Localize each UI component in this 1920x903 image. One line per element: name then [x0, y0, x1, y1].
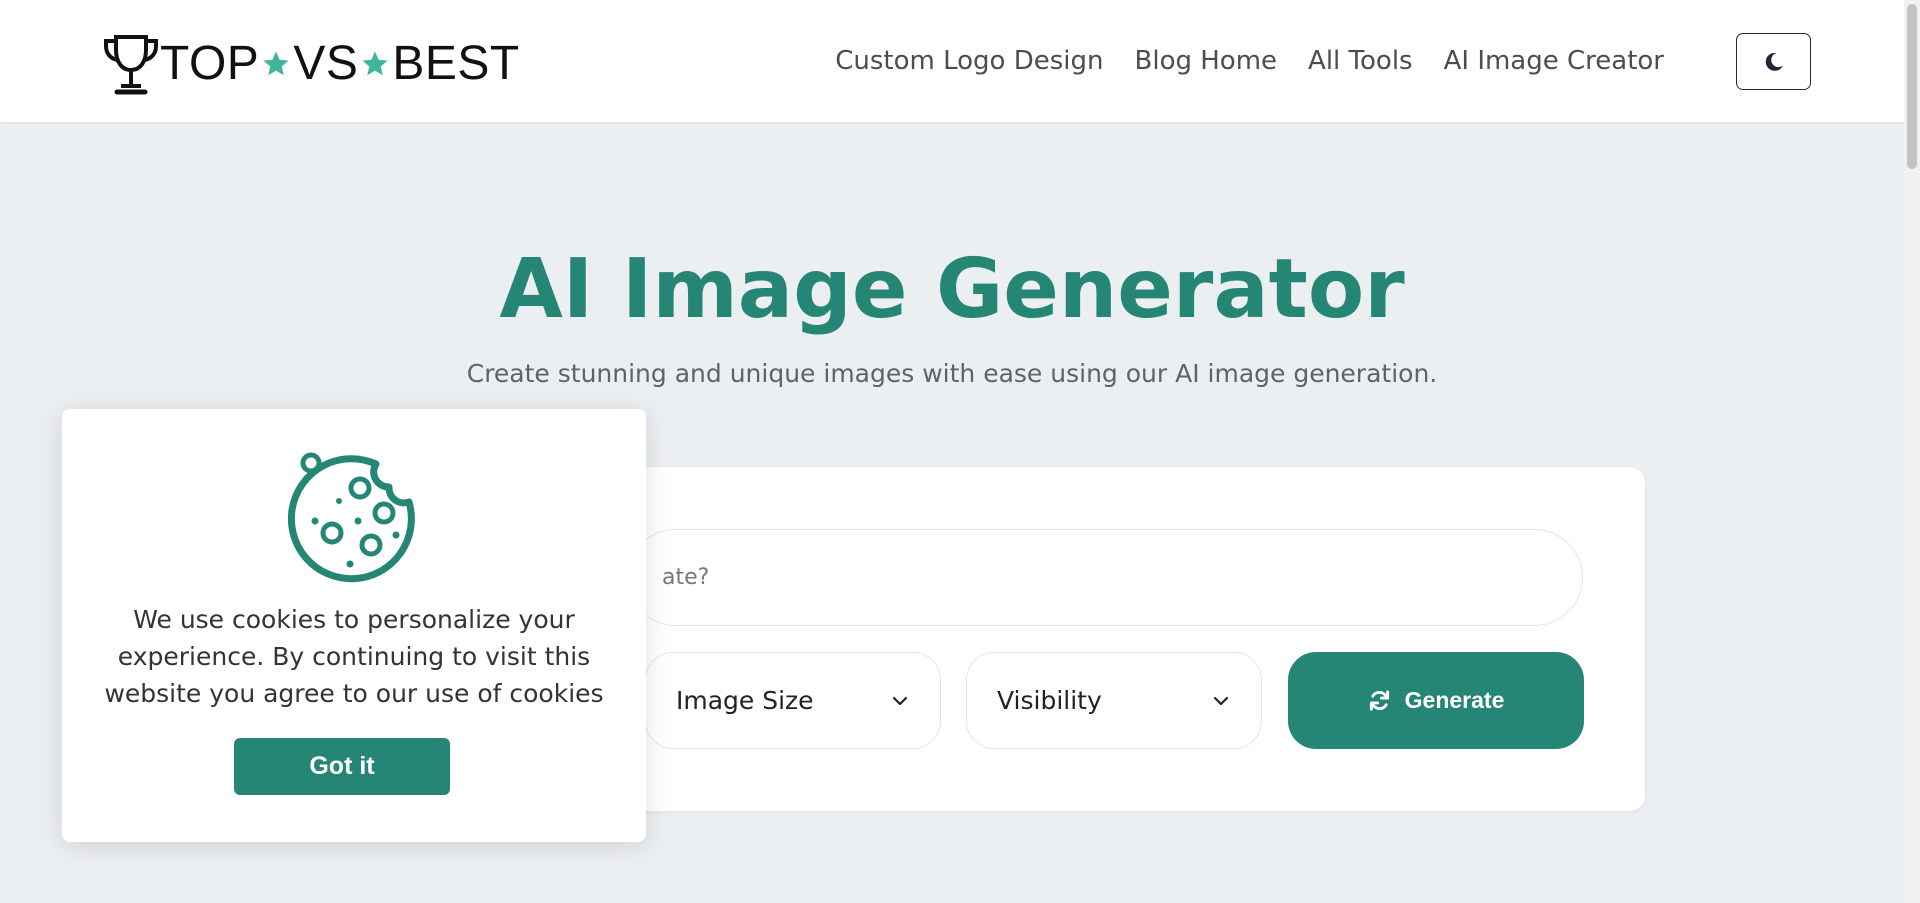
scrollbar-thumb[interactable] — [1907, 4, 1917, 169]
chevron-down-icon — [1213, 696, 1229, 705]
theme-toggle-button[interactable] — [1736, 33, 1811, 90]
visibility-select[interactable]: Visibility — [966, 652, 1262, 749]
nav-link-custom-logo-design[interactable]: Custom Logo Design — [835, 46, 1103, 76]
cookie-consent-banner: We use cookies to personalize your exper… — [62, 409, 646, 842]
visibility-select-label: Visibility — [997, 686, 1102, 715]
generate-button[interactable]: Generate — [1288, 652, 1584, 749]
cookie-icon — [288, 452, 415, 583]
cookie-accept-button[interactable]: Got it — [234, 738, 450, 795]
refresh-icon — [1369, 690, 1389, 711]
page-subtitle: Create stunning and unique images with e… — [466, 359, 1438, 388]
generator-card: Image Size Visibility Generate — [566, 467, 1645, 811]
main-nav: Custom Logo Design Blog Home All Tools A… — [835, 40, 1664, 82]
nav-link-all-tools[interactable]: All Tools — [1308, 46, 1413, 76]
nav-link-blog-home[interactable]: Blog Home — [1135, 46, 1278, 76]
site-logo[interactable]: TOP VS BEST — [102, 32, 520, 96]
image-size-select[interactable]: Image Size — [645, 652, 941, 749]
logo-word-best: BEST — [392, 37, 520, 90]
nav-link-ai-image-creator[interactable]: AI Image Creator — [1444, 46, 1664, 76]
logo-word-vs: VS — [293, 37, 359, 90]
image-size-select-label: Image Size — [676, 686, 814, 715]
site-header: TOP VS BEST Custom Logo Design Blog Home… — [0, 0, 1904, 122]
page-scrollbar[interactable] — [1904, 0, 1920, 903]
cookie-message: We use cookies to personalize your exper… — [104, 605, 604, 708]
star-icon — [362, 51, 388, 76]
generate-button-label: Generate — [1404, 687, 1505, 713]
trophy-icon — [104, 35, 158, 95]
prompt-input[interactable] — [627, 529, 1583, 626]
chevron-down-icon — [892, 696, 908, 705]
logo-word-top: TOP — [160, 37, 260, 90]
star-icon — [263, 51, 289, 76]
moon-icon — [1765, 52, 1783, 71]
page-title: AI Image Generator — [499, 242, 1405, 337]
